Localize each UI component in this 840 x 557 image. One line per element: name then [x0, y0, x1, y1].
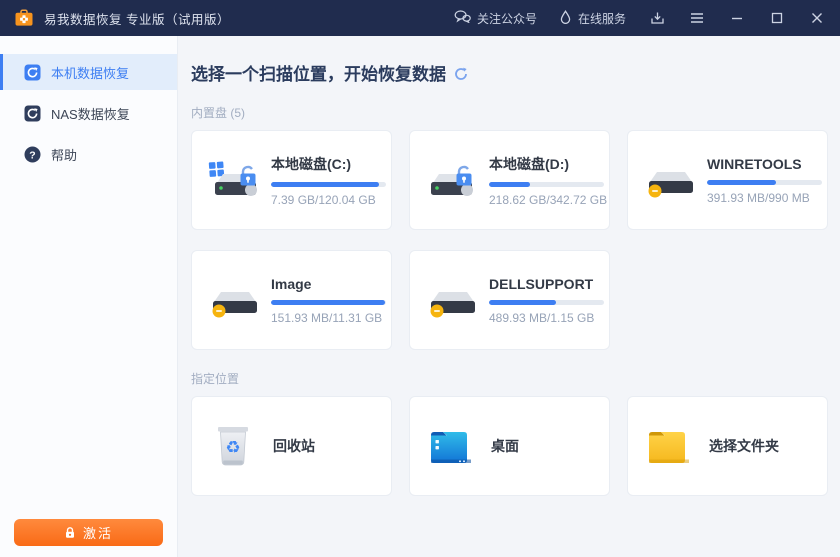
minimize-button[interactable] [728, 9, 746, 27]
usage-bar [489, 299, 604, 305]
location-label: 回收站 [273, 438, 315, 454]
nas-recovery-icon [24, 105, 41, 122]
recycle-bin-icon: ♻ [207, 423, 259, 469]
droplet-icon [559, 9, 572, 27]
drive-size: 489.93 MB/1.15 GB [489, 310, 595, 325]
drive-size: 7.39 GB/120.04 GB [271, 192, 376, 207]
online-service-link[interactable]: 在线服务 [559, 9, 626, 27]
drive-card-d[interactable]: 本地磁盘(D:) 218.62 GB/342.72 GB [409, 130, 610, 230]
drive-windows-bitlocker-icon [207, 157, 259, 203]
location-card-desktop[interactable]: 桌面 [409, 396, 610, 496]
main-panel: 选择一个扫描位置，开始恢复数据 内置盘 (5) 本地磁盘(C:) 7.39 GB… [179, 36, 840, 557]
sidebar-item-label: NAS数据恢复 [51, 106, 130, 122]
locations-grid: ♻ 回收站 桌面 选择文件夹 [191, 396, 828, 496]
svg-text:?: ? [29, 149, 35, 161]
refresh-icon[interactable] [454, 67, 468, 81]
drive-size: 391.93 MB/990 MB [707, 190, 810, 205]
sidebar-item-local-recovery[interactable]: 本机数据恢复 [0, 54, 177, 90]
sidebar-item-nas-recovery[interactable]: NAS数据恢复 [0, 95, 177, 131]
drive-size: 218.62 GB/342.72 GB [489, 192, 608, 207]
drives-grid: 本地磁盘(C:) 7.39 GB/120.04 GB 本地磁盘(D:) 218.… [191, 130, 828, 350]
usage-bar [271, 181, 386, 187]
location-card-recycle-bin[interactable]: ♻ 回收站 [191, 396, 392, 496]
section-internal-drives: 内置盘 (5) [191, 106, 246, 120]
drive-name: Image [271, 275, 312, 292]
app-title: 易我数据恢复 专业版（试用版） [44, 12, 230, 27]
location-label: 桌面 [491, 438, 519, 454]
drive-card-c[interactable]: 本地磁盘(C:) 7.39 GB/120.04 GB [191, 130, 392, 230]
drive-name: 本地磁盘(D:) [489, 155, 570, 172]
drive-yellow-badge-icon [425, 277, 477, 323]
location-label: 选择文件夹 [709, 438, 779, 454]
drive-yellow-badge-icon [207, 277, 259, 323]
close-button[interactable] [808, 9, 826, 27]
local-recovery-icon [24, 64, 41, 81]
drive-size: 151.93 MB/11.31 GB [271, 310, 383, 325]
sidebar: 本机数据恢复 NAS数据恢复 ? 帮助 激活 [0, 36, 178, 557]
usage-bar [489, 181, 604, 187]
app-logo-icon [14, 9, 34, 27]
help-icon: ? [24, 146, 41, 163]
drive-name: 本地磁盘(C:) [271, 155, 352, 172]
section-specified-locations: 指定位置 [191, 372, 240, 386]
drive-name: DELLSUPPORT [489, 275, 594, 292]
location-card-select-folder[interactable]: 选择文件夹 [627, 396, 828, 496]
page-title: 选择一个扫描位置，开始恢复数据 [191, 60, 828, 85]
chat-bubbles-icon [454, 10, 471, 26]
titlebar: 易我数据恢复 专业版（试用版） 关注公众号 在线服务 [0, 0, 840, 36]
select-folder-icon [643, 426, 695, 466]
usage-bar [271, 299, 386, 305]
sidebar-item-help[interactable]: ? 帮助 [0, 136, 177, 172]
feedback-tray-icon[interactable] [648, 9, 666, 27]
drive-name: WINRETOOLS [707, 155, 802, 172]
maximize-button[interactable] [768, 9, 786, 27]
usage-bar [707, 179, 822, 185]
sidebar-item-label: 帮助 [51, 147, 78, 163]
menu-icon[interactable] [688, 9, 706, 27]
sidebar-item-label: 本机数据恢复 [51, 65, 130, 81]
lock-icon [64, 526, 76, 539]
desktop-folder-icon [425, 426, 477, 466]
svg-text:♻: ♻ [225, 438, 240, 458]
drive-card-dellsupport[interactable]: DELLSUPPORT 489.93 MB/1.15 GB [409, 250, 610, 350]
drive-yellow-badge-icon [643, 157, 695, 203]
drive-card-winretools[interactable]: WINRETOOLS 391.93 MB/990 MB [627, 130, 828, 230]
drive-card-image[interactable]: Image 151.93 MB/11.31 GB [191, 250, 392, 350]
activate-button[interactable]: 激活 [14, 519, 163, 546]
follow-official-account-link[interactable]: 关注公众号 [454, 10, 537, 27]
drive-bitlocker-icon [425, 157, 477, 203]
